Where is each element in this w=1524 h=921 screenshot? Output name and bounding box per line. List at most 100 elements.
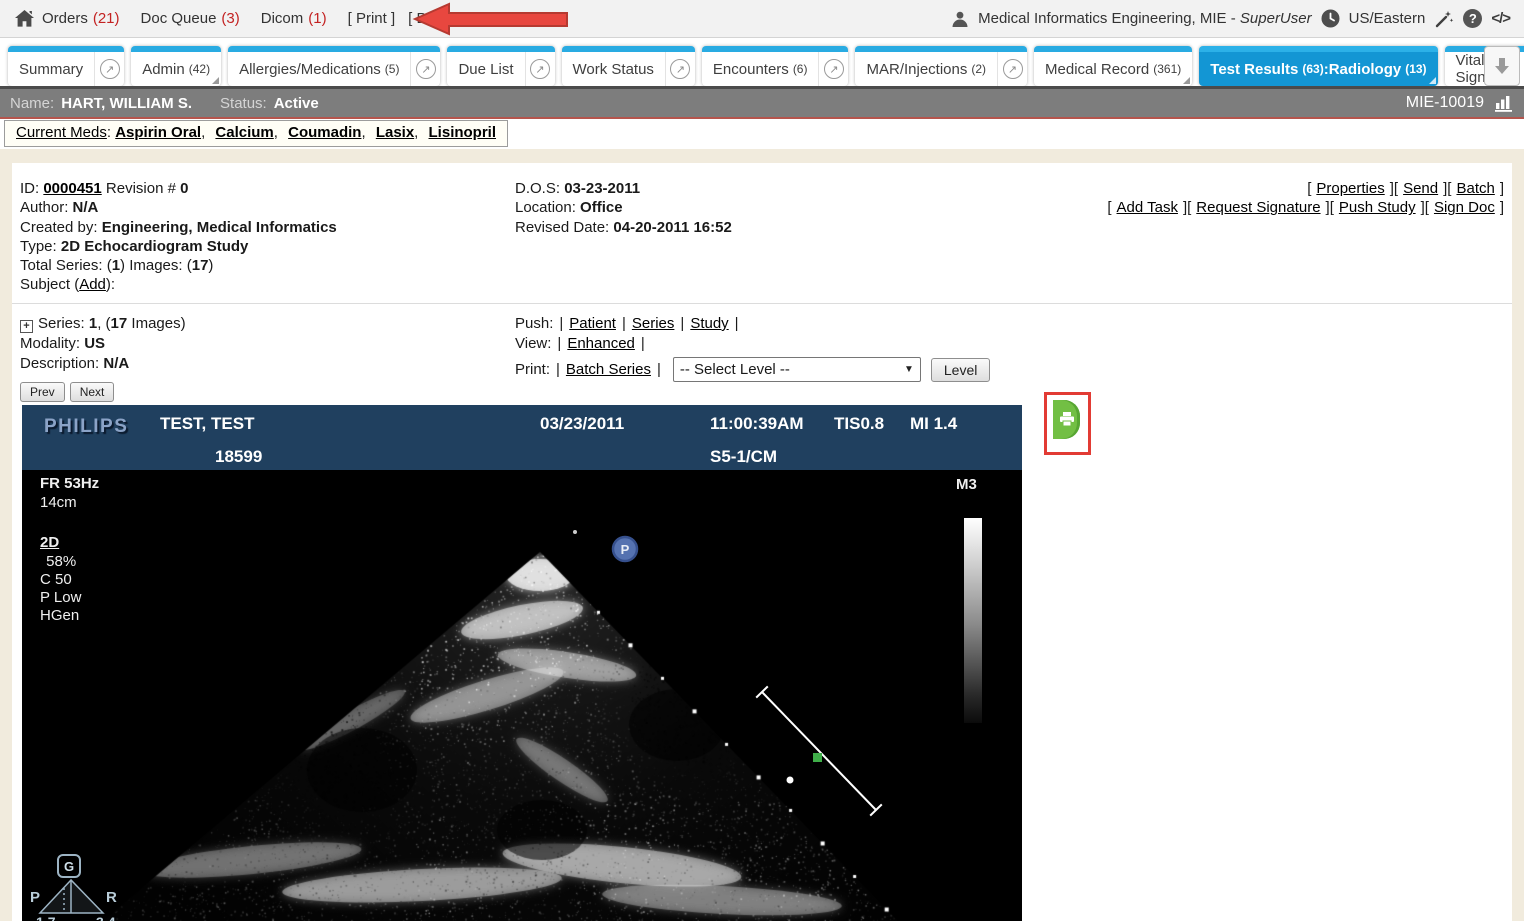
flowsheet-chart-icon[interactable] bbox=[1494, 94, 1514, 112]
us-patient-name: TEST, TEST bbox=[160, 414, 254, 434]
next-button[interactable]: Next bbox=[70, 382, 115, 402]
current-meds-link[interactable]: Current Meds bbox=[16, 124, 107, 141]
med-link[interactable]: Lasix bbox=[376, 124, 414, 141]
us-mi: MI 1.4 bbox=[910, 414, 957, 434]
toolbar-item-dicom[interactable]: Dicom (1) bbox=[261, 10, 327, 27]
toolbar-item-doc-queue[interactable]: Doc Queue (3) bbox=[141, 10, 240, 27]
doc-type-value: 2D Echocardiogram Study bbox=[61, 238, 249, 255]
description-value: N/A bbox=[103, 355, 129, 372]
us-patient-id: 18599 bbox=[215, 447, 262, 467]
med-link[interactable]: Coumadin bbox=[288, 124, 361, 141]
orientation-g: G bbox=[64, 859, 74, 874]
us-probe: S5-1/CM bbox=[710, 447, 777, 467]
tab-overflow-button[interactable] bbox=[1484, 46, 1520, 86]
author-value: N/A bbox=[73, 199, 99, 216]
top-toolbar: Orders (21) Doc Queue (3) Dicom (1) [ Pr… bbox=[0, 0, 1524, 38]
med-link[interactable]: Aspirin Oral bbox=[115, 124, 201, 141]
subject-add-link[interactable]: Add bbox=[79, 276, 106, 293]
popout-icon[interactable]: ↗ bbox=[410, 52, 440, 86]
document-actions: [Properties][Send][Batch] [Add Task][Req… bbox=[1107, 179, 1504, 218]
expand-icon[interactable]: + bbox=[20, 320, 33, 333]
ultrasound-body[interactable]: FR 53Hz 14cm 2D 58% C 50 P Low HGen M3 P bbox=[22, 470, 1022, 921]
request-signature-link[interactable]: Request Signature bbox=[1196, 199, 1320, 216]
popout-icon[interactable]: ↗ bbox=[665, 52, 695, 86]
tab-encounters[interactable]: Encounters(6) ↗ bbox=[702, 46, 849, 86]
level-select[interactable]: -- Select Level --▼ bbox=[673, 357, 921, 382]
push-study-image-link[interactable]: Study bbox=[690, 315, 728, 332]
print-row: Print:|Batch Series| -- Select Level --▼… bbox=[515, 357, 990, 382]
popout-icon[interactable]: ↗ bbox=[818, 52, 848, 86]
batch-series-link[interactable]: Batch Series bbox=[566, 360, 651, 380]
view-enhanced-link[interactable]: Enhanced bbox=[567, 335, 635, 352]
burn-link[interactable]: [ Burn ] bbox=[408, 10, 456, 27]
tab-medical-record[interactable]: Medical Record(361) bbox=[1034, 46, 1192, 86]
popout-icon[interactable]: ↗ bbox=[525, 52, 555, 86]
tab-allergies-medications[interactable]: Allergies/Medications(5) ↗ bbox=[228, 46, 440, 86]
down-arrow-icon bbox=[1492, 56, 1512, 76]
push-series-link[interactable]: Series bbox=[632, 315, 675, 332]
revised-date-value: 04-20-2011 16:52 bbox=[613, 219, 731, 236]
modality-value: US bbox=[84, 335, 105, 352]
orientation-glyph: G P R 17 34 bbox=[30, 855, 120, 921]
probe-marker-letter: P bbox=[621, 542, 630, 557]
view-row: View:|Enhanced| bbox=[515, 334, 990, 354]
code-icon[interactable]: </> bbox=[1491, 10, 1510, 27]
orders-count: (21) bbox=[93, 10, 120, 27]
help-icon[interactable]: ? bbox=[1463, 9, 1482, 28]
tab-test-results-radiology[interactable]: Test Results(63):Radiology(13) bbox=[1199, 46, 1437, 86]
push-row: Push:|Patient|Series|Study| bbox=[515, 314, 990, 334]
tab-admin[interactable]: Admin(42) bbox=[131, 46, 221, 86]
print-link[interactable]: [ Print ] bbox=[348, 10, 396, 27]
section-divider bbox=[12, 303, 1512, 304]
current-meds-box: Current Meds: Aspirin Oral, Calcium, Cou… bbox=[4, 120, 508, 147]
tab-mar-injections[interactable]: MAR/Injections(2) ↗ bbox=[855, 46, 1027, 86]
chart-id: MIE-10019 bbox=[1406, 94, 1484, 112]
patient-status: Active bbox=[274, 95, 319, 112]
clock-icon bbox=[1321, 9, 1340, 28]
push-patient-link[interactable]: Patient bbox=[569, 315, 616, 332]
tab-fold bbox=[212, 77, 219, 84]
ultrasound-image[interactable]: PHILIPS TEST, TEST 03/23/2011 11:00:39AM… bbox=[22, 405, 1022, 921]
sign-doc-link[interactable]: Sign Doc bbox=[1434, 199, 1495, 216]
batch-link[interactable]: Batch bbox=[1456, 180, 1494, 197]
tab-summary[interactable]: Summary ↗ bbox=[8, 46, 124, 86]
orientation-num-right: 34 bbox=[96, 914, 120, 921]
doc-queue-count: (3) bbox=[221, 10, 239, 27]
tab-fold bbox=[1429, 77, 1436, 84]
print-icon[interactable] bbox=[1053, 400, 1080, 439]
dicom-count: (1) bbox=[308, 10, 326, 27]
series-info: +Series: 1, (17 Images) Modality: US Des… bbox=[20, 314, 186, 374]
document-info-middle: D.O.S: 03-23-2011 Location: Office Revis… bbox=[515, 179, 732, 237]
popout-icon[interactable]: ↗ bbox=[997, 52, 1027, 86]
wand-icon[interactable] bbox=[1434, 9, 1454, 29]
home-icon[interactable] bbox=[14, 9, 35, 28]
tab-fold bbox=[1183, 77, 1190, 84]
push-study-link[interactable]: Push Study bbox=[1339, 199, 1416, 216]
med-link[interactable]: Calcium bbox=[215, 124, 273, 141]
user-role: SuperUser bbox=[1240, 10, 1312, 27]
properties-link[interactable]: Properties bbox=[1316, 180, 1384, 197]
us-time: 11:00:39AM bbox=[710, 414, 804, 434]
level-button[interactable]: Level bbox=[931, 358, 990, 382]
measurement-caliper bbox=[756, 686, 882, 815]
user-menu[interactable]: Medical Informatics Engineering, MIE - S… bbox=[978, 10, 1311, 27]
philips-logo: PHILIPS bbox=[44, 416, 128, 438]
add-task-link[interactable]: Add Task bbox=[1117, 199, 1178, 216]
send-link[interactable]: Send bbox=[1403, 180, 1438, 197]
location-value: Office bbox=[580, 199, 623, 216]
tab-work-status[interactable]: Work Status ↗ bbox=[562, 46, 695, 86]
orientation-p: P bbox=[30, 889, 40, 906]
popout-icon[interactable]: ↗ bbox=[94, 52, 124, 86]
med-link[interactable]: Lisinopril bbox=[429, 124, 497, 141]
tab-due-list[interactable]: Due List ↗ bbox=[447, 46, 554, 86]
timezone-selector[interactable]: US/Eastern bbox=[1349, 10, 1426, 27]
caliper-point-green bbox=[813, 753, 822, 762]
prev-button[interactable]: Prev bbox=[20, 382, 65, 402]
toolbar-item-orders[interactable]: Orders (21) bbox=[42, 10, 120, 27]
annotation-red-box bbox=[1044, 392, 1091, 455]
document-panel: ID: 0000451 Revision # 0 Author: N/A Cre… bbox=[12, 163, 1512, 921]
patient-header-bar: Name: HART, WILLIAM S. Status: Active MI… bbox=[0, 89, 1524, 117]
echo-overlay: P G P R 17 bbox=[22, 470, 1022, 921]
orientation-r: R bbox=[106, 889, 117, 906]
document-id-link[interactable]: 0000451 bbox=[43, 180, 101, 197]
